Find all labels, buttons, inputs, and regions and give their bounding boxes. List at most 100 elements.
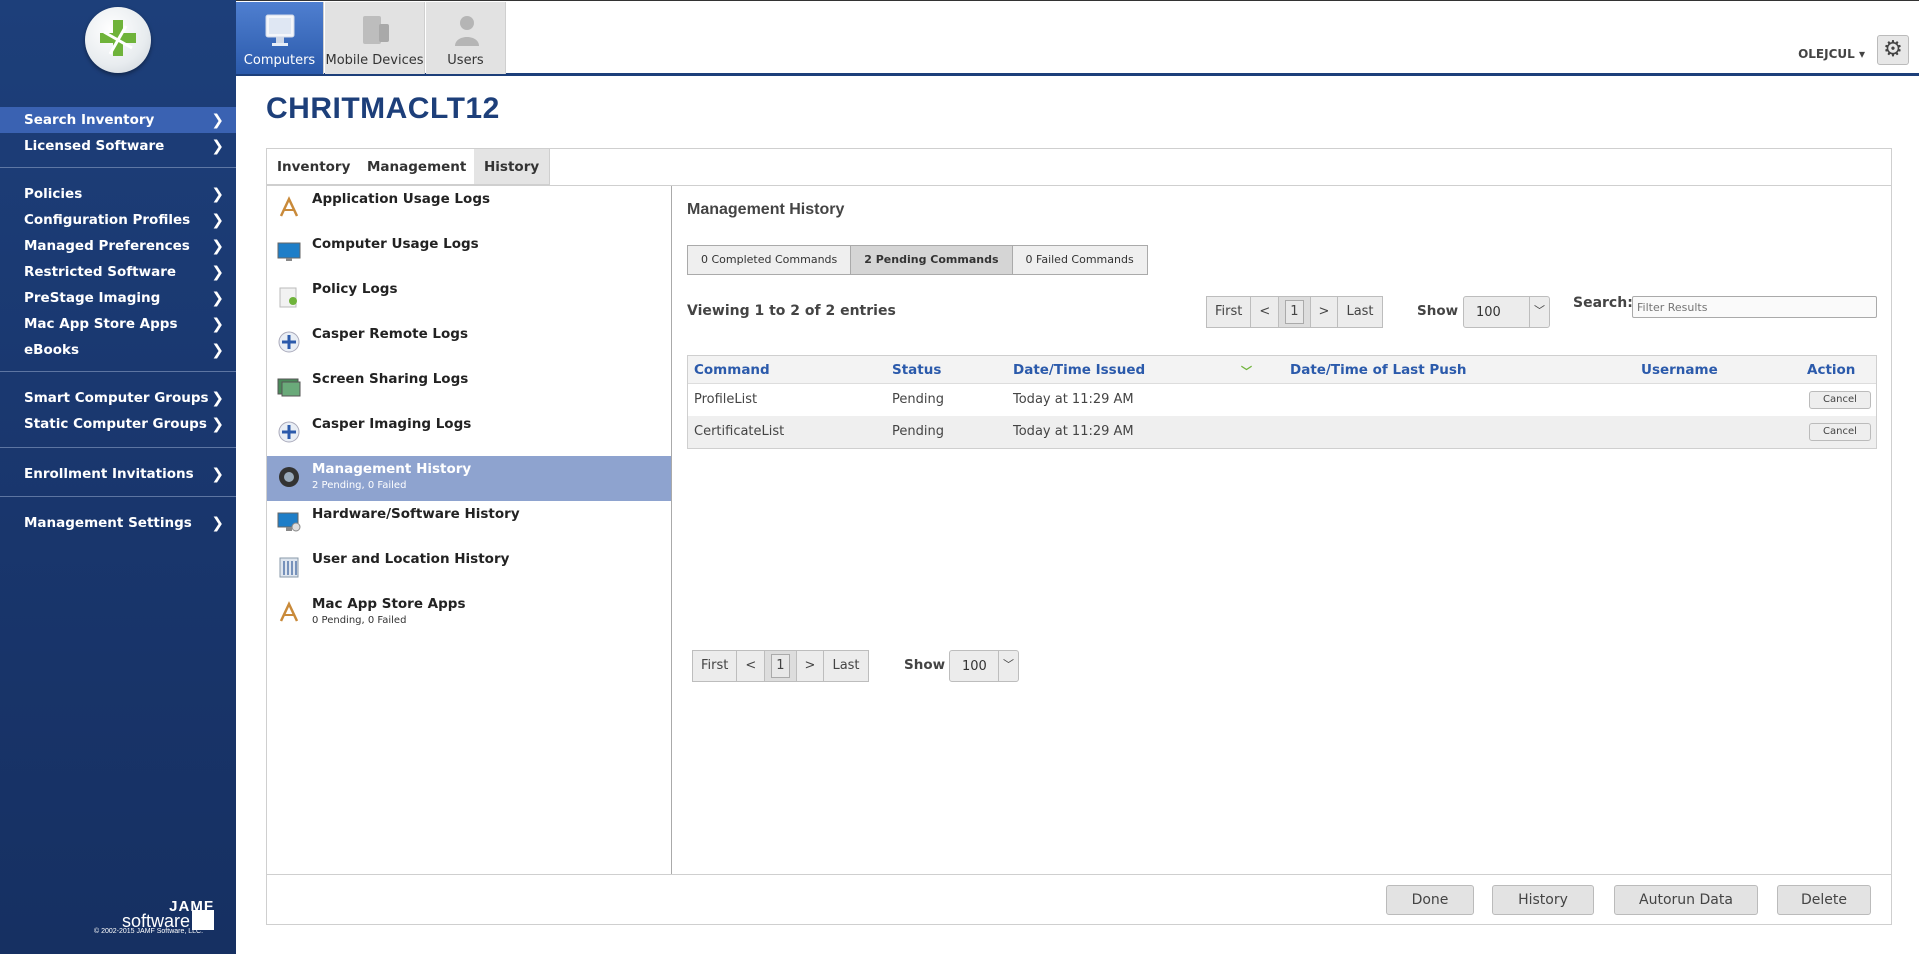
sidebar-item-label: Restricted Software — [24, 264, 177, 280]
history-item-policy-logs[interactable]: Policy Logs — [267, 276, 671, 321]
sidebar-item-management-settings[interactable]: Management Settings ❯ — [0, 510, 236, 536]
current-page[interactable]: 1 — [764, 650, 797, 682]
next-page-button[interactable]: > — [795, 650, 825, 682]
sidebar-item-licensed-software[interactable]: Licensed Software ❯ — [0, 133, 236, 159]
sidebar-item-static-computer-groups[interactable]: Static Computer Groups ❯ — [0, 411, 236, 437]
history-list: Application Usage Logs Computer Usage Log… — [267, 186, 672, 874]
completed-commands-button[interactable]: 0 Completed Commands — [687, 245, 852, 275]
jamf-logo-icon[interactable] — [85, 7, 151, 73]
footer-actions: Done History Autorun Data Delete — [267, 874, 1891, 925]
pager-bottom: First < 1 > Last — [692, 650, 869, 682]
chevron-right-icon: ❯ — [211, 415, 224, 433]
tab-users[interactable]: Users — [426, 2, 506, 74]
history-item-title: User and Location History — [312, 551, 510, 567]
history-item-title: Application Usage Logs — [312, 191, 491, 207]
table-row[interactable]: ProfileList Pending Today at 11:29 AM Cance… — [688, 384, 1876, 416]
history-item-title: Mac App Store Apps — [312, 596, 466, 612]
autorun-data-button[interactable]: Autorun Data — [1614, 885, 1758, 915]
history-item-mac-app-store-apps[interactable]: Mac App Store Apps 0 Pending, 0 Failed — [267, 591, 671, 636]
table-row[interactable]: CertificateList Pending Today at 11:29 AM C… — [688, 416, 1876, 448]
history-button[interactable]: History — [1492, 885, 1594, 915]
chevron-right-icon: ❯ — [211, 263, 224, 281]
table-header: Command Status Date/Time Issued ﹀ Date/T… — [688, 356, 1876, 384]
sidebar-item-search-inventory[interactable]: Search Inventory ❯ — [0, 107, 236, 133]
sidebar-group: Enrollment Invitations ❯ — [0, 461, 236, 487]
prev-page-button[interactable]: < — [736, 650, 766, 682]
sidebar-item-prestage-imaging[interactable]: PreStage Imaging ❯ — [0, 285, 236, 311]
cancel-button[interactable]: Cancel — [1809, 391, 1871, 409]
col-status[interactable]: Status — [892, 362, 941, 378]
chevron-down-icon: ﹀ — [1529, 297, 1549, 327]
sidebar-item-mac-app-store-apps[interactable]: Mac App Store Apps ❯ — [0, 311, 236, 337]
chevron-down-icon[interactable]: ﹀ — [1241, 363, 1252, 379]
hardware-icon — [277, 510, 301, 534]
next-page-button[interactable]: > — [1309, 296, 1339, 328]
user-menu[interactable]: OLEJCUL ▾ — [1798, 47, 1865, 61]
first-page-button[interactable]: First — [692, 650, 738, 682]
cell-issued: Today at 11:29 AM — [1013, 424, 1134, 439]
history-item-computer-usage-logs[interactable]: Computer Usage Logs — [267, 231, 671, 276]
tab-management[interactable]: Management — [357, 149, 478, 185]
sidebar-item-smart-computer-groups[interactable]: Smart Computer Groups ❯ — [0, 385, 236, 411]
col-command[interactable]: Command — [694, 362, 770, 378]
col-username[interactable]: Username — [1641, 362, 1718, 378]
tab-computers[interactable]: Computers — [236, 2, 324, 74]
history-item-screen-sharing-logs[interactable]: Screen Sharing Logs — [267, 366, 671, 411]
done-button[interactable]: Done — [1386, 885, 1474, 915]
history-item-subtitle: 2 Pending, 0 Failed — [312, 480, 407, 491]
show-label: Show — [1417, 303, 1459, 319]
history-item-title: Screen Sharing Logs — [312, 371, 469, 387]
sidebar-item-label: eBooks — [24, 342, 80, 358]
computer-panel: Inventory Management History Application… — [266, 148, 1892, 925]
commands-table: Command Status Date/Time Issued ﹀ Date/T… — [687, 355, 1877, 449]
gear-icon[interactable]: ⚙ — [1877, 35, 1909, 65]
history-item-title: Casper Remote Logs — [312, 326, 469, 342]
current-page-number: 1 — [771, 654, 790, 678]
command-filter: 0 Completed Commands 2 Pending Commands … — [687, 245, 1148, 275]
page-size-select[interactable]: 100 ﹀ — [1463, 296, 1550, 328]
casper-icon — [277, 420, 301, 444]
pending-commands-button[interactable]: 2 Pending Commands — [850, 245, 1013, 275]
sidebar-group: Smart Computer Groups ❯ Static Computer Gr… — [0, 385, 236, 437]
first-page-button[interactable]: First — [1206, 296, 1252, 328]
sidebar-item-enrollment-invitations[interactable]: Enrollment Invitations ❯ — [0, 461, 236, 487]
sidebar-item-restricted-software[interactable]: Restricted Software ❯ — [0, 259, 236, 285]
history-item-application-usage-logs[interactable]: Application Usage Logs — [267, 186, 671, 231]
chevron-right-icon: ❯ — [211, 315, 224, 333]
sidebar-item-managed-preferences[interactable]: Managed Preferences ❯ — [0, 233, 236, 259]
section-title: Management History — [687, 201, 845, 218]
history-item-management-history[interactable]: Management History 2 Pending, 0 Failed — [267, 456, 671, 501]
history-item-title: Hardware/Software History — [312, 506, 520, 522]
cell-command: ProfileList — [694, 392, 758, 407]
sidebar-item-ebooks[interactable]: eBooks ❯ — [0, 337, 236, 363]
tab-history[interactable]: History — [474, 149, 551, 185]
sidebar-item-label: Static Computer Groups — [24, 416, 207, 432]
sidebar-item-label: Policies — [24, 186, 83, 202]
delete-button[interactable]: Delete — [1777, 885, 1871, 915]
building-icon — [277, 555, 301, 579]
chevron-down-icon: ﹀ — [998, 651, 1018, 681]
history-item-user-and-location-history[interactable]: User and Location History — [267, 546, 671, 591]
sidebar-item-configuration-profiles[interactable]: Configuration Profiles ❯ — [0, 207, 236, 233]
sidebar-item-policies[interactable]: Policies ❯ — [0, 181, 236, 207]
failed-commands-button[interactable]: 0 Failed Commands — [1011, 245, 1148, 275]
col-issued[interactable]: Date/Time Issued — [1013, 362, 1145, 378]
history-item-casper-remote-logs[interactable]: Casper Remote Logs — [267, 321, 671, 366]
prev-page-button[interactable]: < — [1250, 296, 1280, 328]
last-page-button[interactable]: Last — [1337, 296, 1383, 328]
last-page-button[interactable]: Last — [823, 650, 869, 682]
tab-inventory[interactable]: Inventory — [267, 149, 362, 185]
current-page[interactable]: 1 — [1278, 296, 1311, 328]
history-item-casper-imaging-logs[interactable]: Casper Imaging Logs — [267, 411, 671, 456]
cancel-button[interactable]: Cancel — [1809, 423, 1871, 441]
search-input[interactable] — [1632, 296, 1877, 318]
tab-users-label: Users — [447, 53, 484, 68]
tab-mobile-devices[interactable]: Mobile Devices — [325, 2, 425, 74]
history-item-hardware-software-history[interactable]: Hardware/Software History — [267, 501, 671, 546]
sidebar-group: Management Settings ❯ — [0, 510, 236, 536]
cell-status: Pending — [892, 392, 944, 407]
history-item-subtitle: 0 Pending, 0 Failed — [312, 615, 407, 626]
chevron-right-icon: ❯ — [211, 341, 224, 359]
page-size-select[interactable]: 100 ﹀ — [949, 650, 1019, 682]
col-last-push[interactable]: Date/Time of Last Push — [1290, 362, 1467, 378]
